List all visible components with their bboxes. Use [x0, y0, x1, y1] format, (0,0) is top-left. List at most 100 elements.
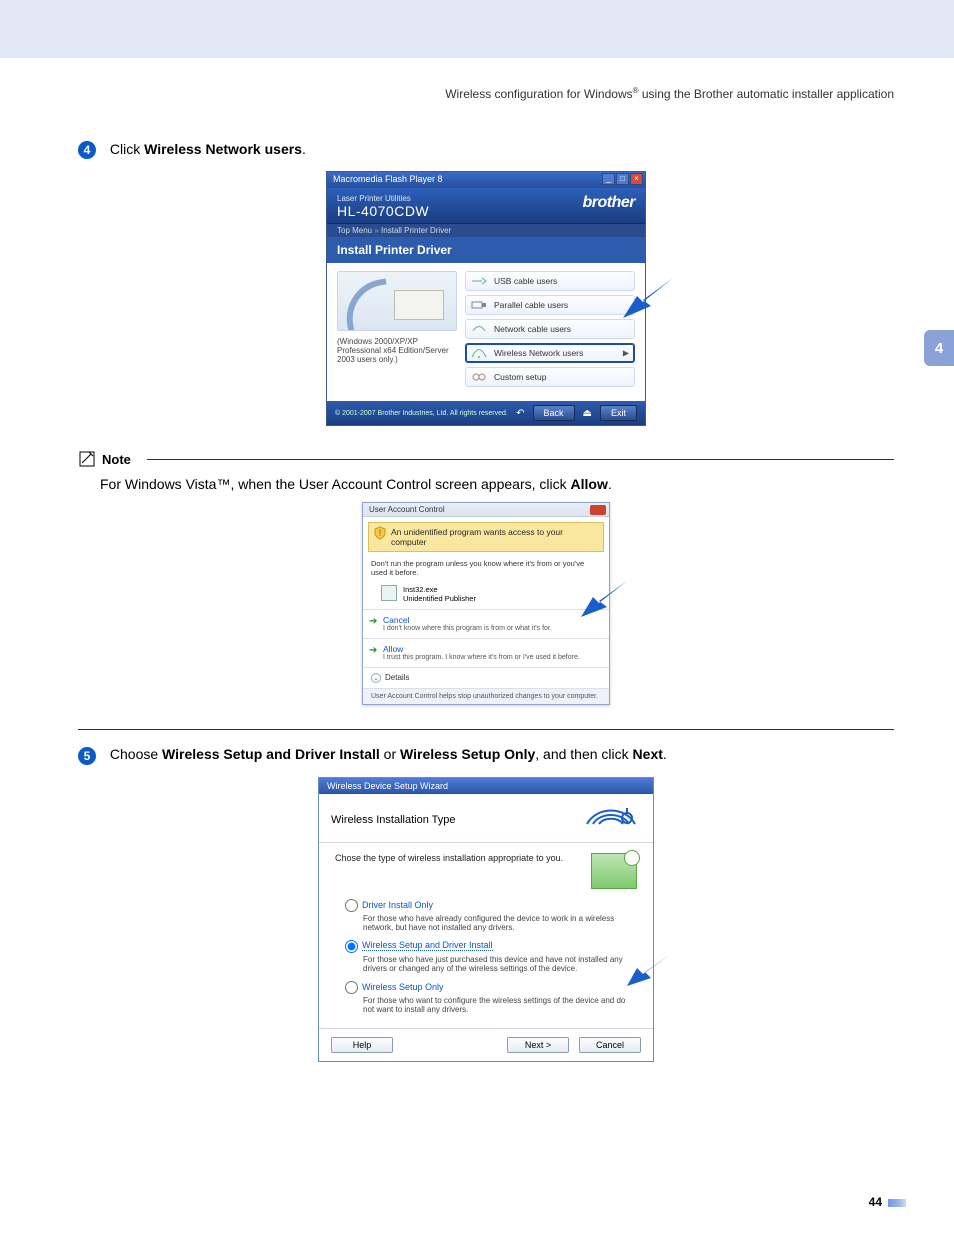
uac-cancel-sub: I don't know where this program is from …	[383, 625, 601, 632]
spacer	[403, 1037, 497, 1053]
uac-title: User Account Control	[369, 505, 445, 514]
installer-window: Macromedia Flash Player 8 _ □ × brother …	[326, 171, 646, 426]
page-number: 44	[869, 1195, 882, 1209]
back-icon: ↶	[516, 408, 524, 419]
note-body-b: Allow	[571, 476, 608, 492]
exit-button[interactable]: Exit	[600, 405, 637, 421]
uac-window: User Account Control ! An unidentified p…	[362, 502, 610, 705]
top-ribbon	[0, 0, 954, 58]
option-wireless[interactable]: Wireless Network users▶	[465, 343, 635, 363]
installer-title: Macromedia Flash Player 8	[333, 174, 443, 184]
program-publisher: Unidentified Publisher	[403, 594, 476, 603]
step-5-b1: Wireless Setup and Driver Install	[162, 746, 380, 762]
divider	[78, 729, 894, 730]
page-content: Wireless configuration for Windows® usin…	[0, 58, 954, 1235]
option-usb[interactable]: USB cable users	[465, 271, 635, 291]
help-button[interactable]: Help	[331, 1037, 393, 1053]
package-icon	[591, 853, 637, 889]
figure-installer-wrap: Macromedia Flash Player 8 _ □ × brother …	[78, 171, 894, 426]
exit-icon: ⏏	[583, 408, 592, 419]
installer-copyright: © 2001-2007 Brother Industries, Ltd. All…	[335, 410, 508, 417]
radio-1-desc: For those who have already configured th…	[363, 914, 637, 932]
uac-footer: User Account Control helps stop unauthor…	[363, 688, 609, 704]
step-5-bullet: 5	[78, 747, 96, 765]
note-rule	[147, 459, 894, 460]
wizard-lead-row: Chose the type of wireless installation …	[335, 853, 637, 889]
installer-subtitle: Laser Printer Utilities	[337, 194, 635, 203]
radio-input[interactable]	[345, 940, 358, 953]
program-name: Inst32.exe	[403, 585, 476, 594]
option-network[interactable]: Network cable users	[465, 319, 635, 339]
installer-header: brother Laser Printer Utilities HL-4070C…	[327, 188, 645, 223]
wizard-body: Chose the type of wireless installation …	[319, 843, 653, 1028]
wizard-heading: Wireless Installation Type	[331, 814, 456, 826]
uac-allow[interactable]: ➔ Allow I trust this program. I know whe…	[363, 638, 609, 667]
installer-options: USB cable users Parallel cable users Net…	[465, 271, 635, 391]
next-button[interactable]: Next >	[507, 1037, 569, 1053]
step-4-bold: Wireless Network users	[144, 141, 302, 157]
option-usb-label: USB cable users	[494, 276, 557, 286]
option-custom-label: Custom setup	[494, 372, 546, 382]
installer-footer: © 2001-2007 Brother Industries, Ltd. All…	[327, 401, 645, 425]
uac-titlebar: User Account Control	[363, 503, 609, 517]
radio-input[interactable]	[345, 981, 358, 994]
installer-body: (Windows 2000/XP/XP Professional x64 Edi…	[327, 263, 645, 401]
close-button[interactable]: ×	[630, 173, 643, 185]
uac-close-button[interactable]	[590, 505, 606, 515]
installer-titlebar: Macromedia Flash Player 8 _ □ ×	[327, 172, 645, 188]
option-parallel-label: Parallel cable users	[494, 300, 568, 310]
figure-uac-wrap: User Account Control ! An unidentified p…	[78, 502, 894, 705]
page-header: Wireless configuration for Windows® usin…	[78, 86, 894, 101]
step-5-c: , and then click	[535, 746, 632, 762]
step-5-b3: Next	[633, 746, 663, 762]
step-4-pre: Click	[110, 141, 144, 157]
wizard-titlebar: Wireless Device Setup Wizard	[319, 778, 653, 794]
uac-allow-title: Allow	[383, 644, 601, 654]
step-4-post: .	[302, 141, 306, 157]
radio-setup-and-driver[interactable]: Wireless Setup and Driver Install	[345, 940, 637, 953]
step-5: 5 Choose Wireless Setup and Driver Insta…	[78, 746, 894, 764]
note-body-c: .	[608, 476, 612, 492]
step-5-d: .	[663, 746, 667, 762]
arrow-right-icon: ➔	[369, 645, 377, 656]
step-5-a: Choose	[110, 746, 162, 762]
option-parallel[interactable]: Parallel cable users	[465, 295, 635, 315]
breadcrumb: Top Menu » Install Printer Driver	[327, 223, 645, 237]
minimize-button[interactable]: _	[602, 173, 615, 185]
radio-1-label: Driver Install Only	[362, 899, 433, 909]
back-button[interactable]: Back	[533, 405, 575, 421]
svg-text:!: !	[379, 528, 382, 538]
installer-compat-note: (Windows 2000/XP/XP Professional x64 Edi…	[337, 337, 457, 364]
note-block: Note For Windows Vista™, when the User A…	[78, 450, 894, 492]
uac-cancel-title: Cancel	[383, 615, 601, 625]
radio-2-desc: For those who have just purchased this d…	[363, 955, 637, 973]
uac-cancel[interactable]: ➔ Cancel I don't know where this program…	[363, 609, 609, 638]
crumb-top[interactable]: Top Menu	[337, 226, 372, 235]
step-5-mid: or	[380, 746, 400, 762]
network-icon	[471, 323, 487, 335]
note-body: For Windows Vista™, when the User Accoun…	[100, 476, 894, 492]
callout-arrow-icon	[627, 954, 671, 986]
radio-2-label: Wireless Setup and Driver Install	[362, 940, 493, 951]
radio-input[interactable]	[345, 899, 358, 912]
radio-setup-only[interactable]: Wireless Setup Only	[345, 981, 637, 994]
page-accent	[888, 1199, 906, 1207]
step-4: 4 Click Wireless Network users.	[78, 141, 894, 159]
device-image	[337, 271, 457, 331]
uac-details[interactable]: ⌄Details	[363, 667, 609, 688]
note-label: Note	[102, 452, 131, 467]
step-5-b2: Wireless Setup Only	[400, 746, 535, 762]
maximize-button[interactable]: □	[616, 173, 629, 185]
installer-section-title: Install Printer Driver	[327, 237, 645, 263]
header-text-a: Wireless configuration for Windows	[445, 87, 632, 101]
note-heading: Note	[78, 450, 894, 468]
uac-message: Don't run the program unless you know wh…	[363, 557, 609, 581]
radio-driver-only[interactable]: Driver Install Only	[345, 899, 637, 912]
option-wireless-label: Wireless Network users	[494, 348, 583, 358]
option-network-label: Network cable users	[494, 324, 571, 334]
cancel-button[interactable]: Cancel	[579, 1037, 641, 1053]
custom-icon	[471, 371, 487, 383]
header-text-b: using the Brother automatic installer ap…	[639, 87, 894, 101]
uac-banner: ! An unidentified program wants access t…	[368, 522, 604, 552]
option-custom[interactable]: Custom setup	[465, 367, 635, 387]
